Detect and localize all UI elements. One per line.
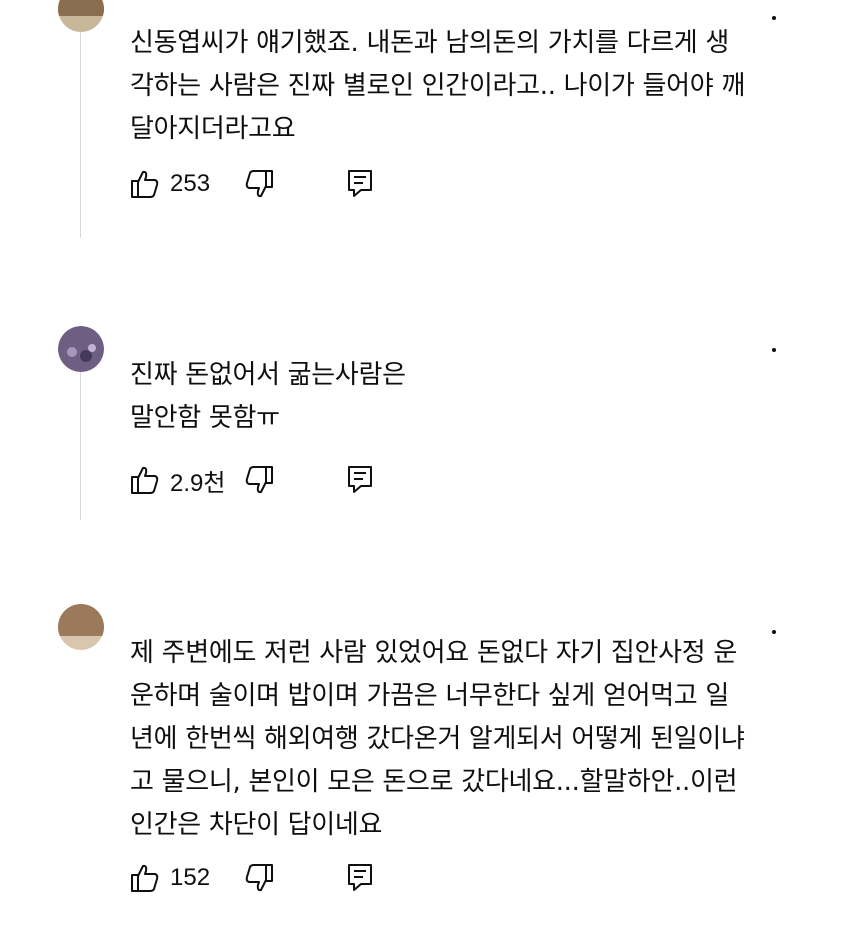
- reply-button[interactable]: [346, 464, 374, 494]
- thumbs-up-icon: [130, 862, 160, 894]
- dislike-button[interactable]: [244, 464, 274, 496]
- like-button[interactable]: 253: [130, 168, 210, 200]
- thread-line: [80, 32, 81, 238]
- dislike-button[interactable]: [244, 168, 274, 200]
- more-vertical-icon[interactable]: [772, 348, 776, 352]
- comment-actions: 253: [130, 164, 372, 204]
- reply-button[interactable]: [346, 168, 374, 198]
- comment-actions: 2.9천: [130, 460, 372, 500]
- like-count: 152: [170, 864, 211, 891]
- reply-button[interactable]: [346, 862, 374, 892]
- avatar[interactable]: [58, 604, 104, 650]
- comment-text: 제 주변에도 저런 사람 있었어요 돈없다 자기 집안사정 운 운하며 술이며 …: [130, 638, 745, 840]
- comment-text: 신동엽씨가 얘기했죠. 내돈과 남의돈의 가치를 다르게 생 각하는 사람은 진…: [130, 28, 745, 144]
- thread-line: [80, 372, 81, 520]
- thumbs-up-icon: [130, 464, 160, 496]
- like-button[interactable]: 152: [130, 862, 210, 894]
- thumbs-down-icon: [244, 862, 274, 894]
- reply-icon: [346, 862, 374, 892]
- more-vertical-icon[interactable]: [772, 16, 776, 20]
- like-button[interactable]: 2.9천: [130, 463, 225, 498]
- reply-icon: [346, 464, 374, 494]
- thumbs-down-icon: [244, 168, 274, 200]
- comments-list: 신동엽씨가 얘기했죠. 내돈과 남의돈의 가치를 다르게 생 각하는 사람은 진…: [0, 0, 854, 952]
- comment-text: 진짜 돈없어서 굶는사람은 말안함 못함ㅠ: [130, 360, 406, 433]
- thumbs-down-icon: [244, 464, 274, 496]
- thumbs-up-icon: [130, 168, 160, 200]
- more-vertical-icon[interactable]: [772, 630, 776, 634]
- avatar[interactable]: [58, 326, 104, 372]
- comment-actions: 152: [130, 858, 372, 898]
- like-count: 2.9천: [170, 469, 226, 497]
- reply-icon: [346, 168, 374, 198]
- avatar[interactable]: [58, 0, 104, 32]
- dislike-button[interactable]: [244, 862, 274, 894]
- like-count: 253: [170, 170, 211, 197]
